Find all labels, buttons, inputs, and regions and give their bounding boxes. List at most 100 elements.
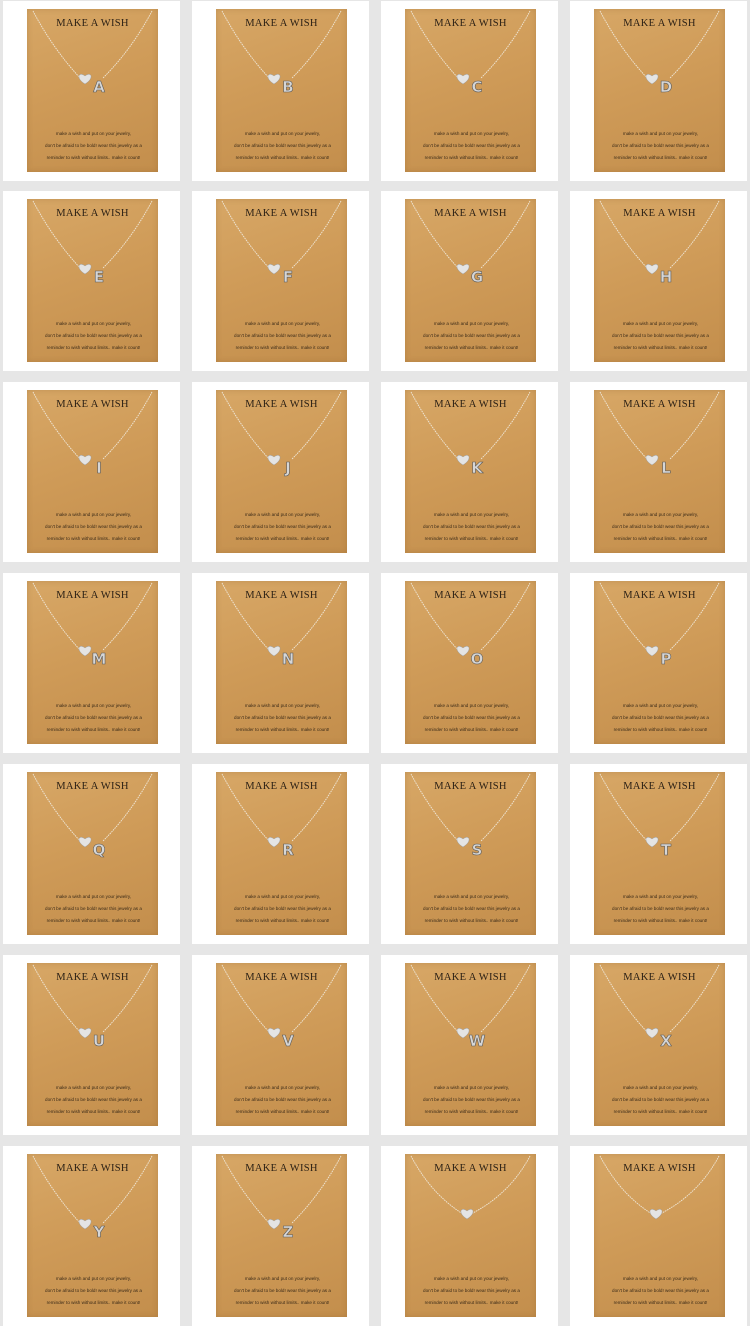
letter-pendant: N <box>282 650 295 668</box>
chain-right <box>102 10 153 79</box>
necklace-card-cell: MAKE A WISH Amake a wish and put on your … <box>3 1 180 181</box>
letter-pendant: V <box>282 1032 294 1050</box>
chain-left <box>32 964 82 1034</box>
chain-left <box>32 391 82 461</box>
letter-pendant: M <box>92 650 107 668</box>
necklace-image: Q <box>32 773 153 859</box>
necklace-image: T <box>599 773 720 859</box>
letter-pendant: T <box>661 841 672 859</box>
card-message: make a wish and put on your jewelry, don… <box>612 1276 709 1305</box>
necklace-image: A <box>32 10 153 96</box>
necklace-card-cell: MAKE A WISH Qmake a wish and put on your … <box>3 764 180 944</box>
chain-right <box>291 964 342 1033</box>
letter-pendant: Q <box>93 841 106 859</box>
necklace-image: U <box>32 964 153 1050</box>
chain-right <box>480 964 531 1033</box>
necklace-card: MAKE A WISH Qmake a wish and put on your … <box>27 772 158 935</box>
card-message: make a wish and put on your jewelry, don… <box>612 703 709 732</box>
card-message: make a wish and put on your jewelry, don… <box>423 894 520 923</box>
chain-right <box>669 10 720 79</box>
letter-pendant: I <box>96 459 102 477</box>
card-message: make a wish and put on your jewelry, don… <box>612 512 709 541</box>
necklace-card: MAKE A WISH Cmake a wish and put on your … <box>405 9 536 172</box>
necklace-card-cell: MAKE A WISH Kmake a wish and put on your … <box>381 382 558 562</box>
necklace-card: MAKE A WISH Bmake a wish and put on your … <box>216 9 347 172</box>
necklace-card-cell: MAKE A WISH Lmake a wish and put on your … <box>570 382 747 562</box>
heart-pendant-icon <box>78 837 92 848</box>
chain-left <box>221 391 271 461</box>
necklace-image: M <box>32 582 153 668</box>
card-message: make a wish and put on your jewelry, don… <box>45 131 142 160</box>
card-message: make a wish and put on your jewelry, don… <box>45 1085 142 1114</box>
necklace-card: MAKE A WISH Mmake a wish and put on your … <box>27 581 158 744</box>
chain-left <box>221 582 271 652</box>
heart-pendant-icon <box>267 455 281 466</box>
chain-right <box>102 391 153 460</box>
necklace-card-cell: MAKE A WISH make a wish and put on your j… <box>570 1146 747 1326</box>
necklace-image: H <box>599 200 720 286</box>
necklace-card-cell: MAKE A WISH Vmake a wish and put on your … <box>192 955 369 1135</box>
heart-pendant-icon <box>645 1028 659 1039</box>
heart-pendant-icon <box>645 264 659 275</box>
necklace-card-cell: MAKE A WISH Pmake a wish and put on your … <box>570 573 747 753</box>
necklace-image: G <box>410 200 531 286</box>
letter-pendant: D <box>660 78 672 96</box>
chain-right <box>480 391 531 460</box>
heart-pendant-icon <box>78 1028 92 1039</box>
heart-pendant-icon <box>267 646 281 657</box>
letter-pendant: G <box>471 268 483 286</box>
chain-left <box>221 10 271 80</box>
letter-pendant: K <box>471 459 484 477</box>
chain-left <box>599 582 649 652</box>
chain-left <box>410 773 460 843</box>
card-message: make a wish and put on your jewelry, don… <box>423 321 520 350</box>
card-message: make a wish and put on your jewelry, don… <box>45 703 142 732</box>
heart-pendant-icon <box>456 837 470 848</box>
chain-right <box>669 200 720 269</box>
heart-pendant-icon <box>267 74 281 85</box>
letter-pendant: B <box>282 78 293 96</box>
heart-pendant-icon <box>78 1219 92 1230</box>
heart-pendant-icon <box>456 264 470 275</box>
necklace-card: MAKE A WISH Wmake a wish and put on your … <box>405 963 536 1126</box>
necklace-card-cell: MAKE A WISH Zmake a wish and put on your … <box>192 1146 369 1326</box>
necklace-card: MAKE A WISH Zmake a wish and put on your … <box>216 1154 347 1317</box>
necklace-card: MAKE A WISH Xmake a wish and put on your … <box>594 963 725 1126</box>
heart-pendant-icon <box>267 264 281 275</box>
necklace-card-cell: MAKE A WISH Nmake a wish and put on your … <box>192 573 369 753</box>
chain-left <box>32 582 82 652</box>
necklace-card-cell: MAKE A WISH Xmake a wish and put on your … <box>570 955 747 1135</box>
heart-pendant-icon <box>456 455 470 466</box>
heart-pendant-icon <box>78 264 92 275</box>
necklace-card: MAKE A WISH Lmake a wish and put on your … <box>594 390 725 553</box>
necklace-card-cell: MAKE A WISH Cmake a wish and put on your … <box>381 1 558 181</box>
necklace-image: C <box>410 10 531 96</box>
letter-pendant: X <box>660 1032 672 1050</box>
necklace-card-cell: MAKE A WISH Omake a wish and put on your … <box>381 573 558 753</box>
necklace-card: MAKE A WISH Omake a wish and put on your … <box>405 581 536 744</box>
necklace-image: F <box>221 200 342 286</box>
letter-pendant: E <box>94 268 104 286</box>
card-message: make a wish and put on your jewelry, don… <box>45 1276 142 1305</box>
necklace-card-cell: MAKE A WISH make a wish and put on your j… <box>381 1146 558 1326</box>
product-image-grid: MAKE A WISH Amake a wish and put on your … <box>0 0 750 1326</box>
letter-pendant: L <box>661 459 671 477</box>
necklace-image: O <box>410 582 531 668</box>
necklace-card-cell: MAKE A WISH Dmake a wish and put on your … <box>570 1 747 181</box>
heart-pendant-icon <box>267 837 281 848</box>
card-message: make a wish and put on your jewelry, don… <box>234 703 331 732</box>
heart-pendant-icon <box>456 1028 470 1039</box>
chain-right <box>480 773 531 842</box>
chain-right <box>102 1155 153 1224</box>
necklace-card: MAKE A WISH Vmake a wish and put on your … <box>216 963 347 1126</box>
chain-right <box>102 773 153 842</box>
card-message: make a wish and put on your jewelry, don… <box>423 131 520 160</box>
necklace-image: K <box>410 391 531 477</box>
chain-right <box>102 582 153 651</box>
necklace-card-cell: MAKE A WISH Ymake a wish and put on your … <box>3 1146 180 1326</box>
chain-left <box>599 773 649 843</box>
heart-pendant-icon <box>267 1028 281 1039</box>
necklace-card-cell: MAKE A WISH Fmake a wish and put on your … <box>192 191 369 371</box>
necklace-image: I <box>32 391 153 477</box>
necklace-image: L <box>599 391 720 477</box>
